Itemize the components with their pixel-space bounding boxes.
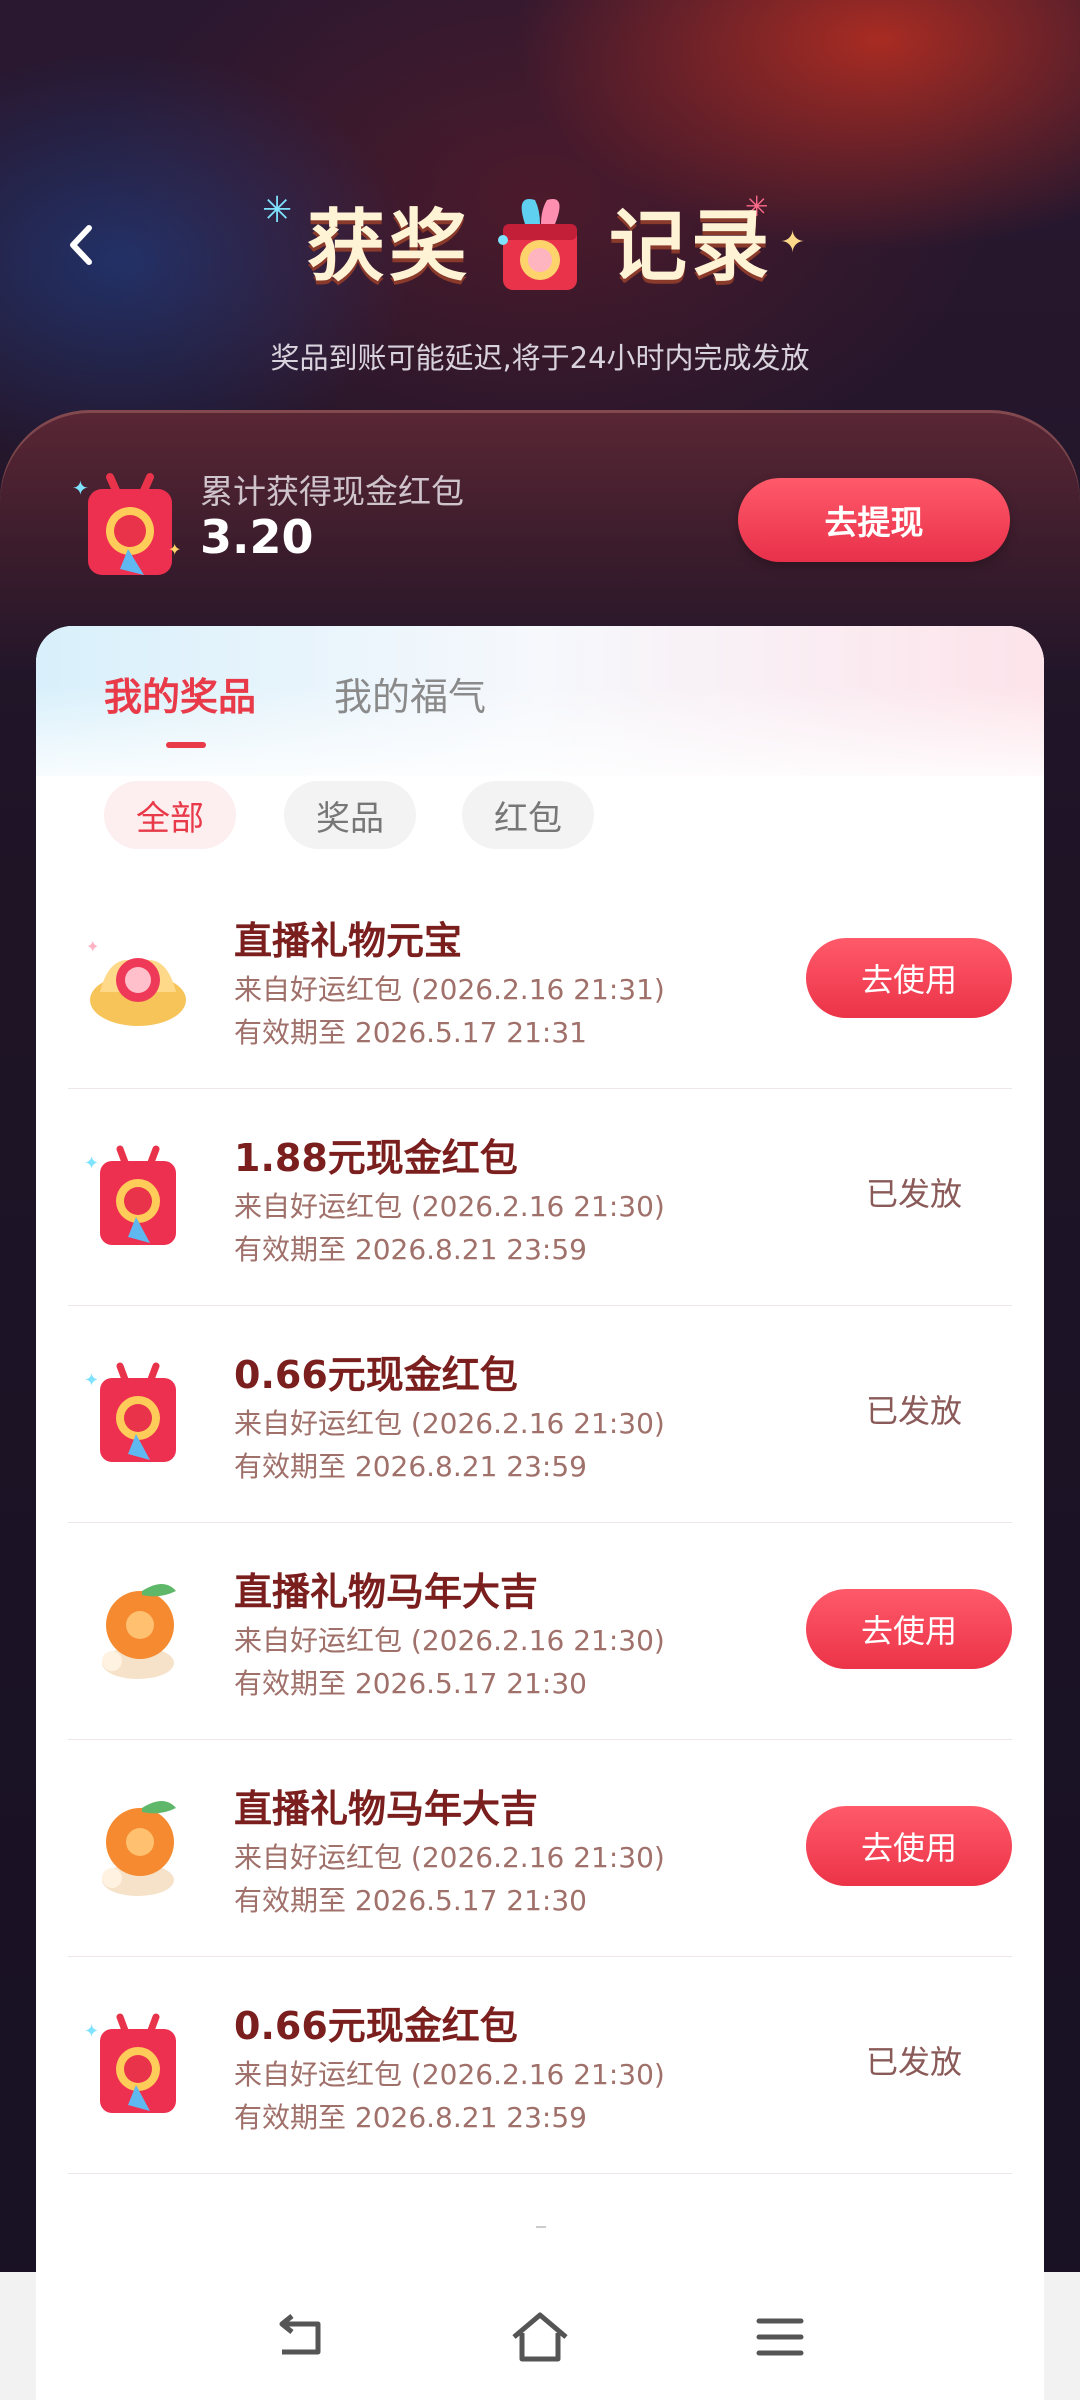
issued-status: 已发放: [865, 1392, 962, 1430]
item-expiry: 有效期至 2026.8.21 23:59: [234, 1450, 587, 1483]
list-item: ✦ 直播礼物元宝 来自好运红包 (2026.2.16 21:31) 有效期至 2…: [68, 872, 1012, 1089]
page-title: 获奖 记录: [0, 165, 1080, 315]
item-source: 来自好运红包 (2026.2.16 21:30): [234, 2058, 665, 2091]
item-source: 来自好运红包 (2026.2.16 21:30): [234, 1841, 665, 1874]
list-item: 直播礼物马年大吉 来自好运红包 (2026.2.16 21:30) 有效期至 2…: [68, 1523, 1012, 1740]
prize-card: 我的奖品 我的福气 全部 奖品 红包 ✦ 直播礼物元宝 来自好运红包 (2026…: [36, 626, 1044, 2306]
filter-all[interactable]: 全部: [104, 781, 236, 849]
nav-menu-icon: [756, 2318, 804, 2356]
item-expiry: 有效期至 2026.8.21 23:59: [234, 1233, 587, 1266]
item-expiry: 有效期至 2026.8.21 23:59: [234, 2101, 587, 2134]
item-title: 直播礼物元宝: [234, 919, 463, 963]
delay-notice: 奖品到账可能延迟,将于24小时内完成发放: [270, 341, 810, 375]
list-item: 直播礼物马年大吉 来自好运红包 (2026.2.16 21:30) 有效期至 2…: [68, 1740, 1012, 1957]
nav-menu-button[interactable]: [735, 2292, 825, 2382]
item-title: 直播礼物马年大吉: [234, 1570, 539, 1614]
nav-back-icon: [279, 2314, 321, 2355]
item-title: 直播礼物马年大吉: [234, 1787, 539, 1831]
svg-text:✦: ✦: [84, 1370, 99, 1391]
load-more-indicator: [536, 2226, 546, 2228]
issued-status: 已发放: [865, 1175, 962, 1213]
filter-prizes[interactable]: 奖品: [284, 781, 416, 849]
svg-text:✦: ✦: [86, 937, 99, 956]
item-title: 0.66元现金红包: [234, 2004, 518, 2048]
filter-red-envelopes[interactable]: 红包: [462, 781, 594, 849]
system-nav-bar: [0, 2272, 1080, 2400]
gift-bag-icon: [498, 199, 577, 290]
use-button[interactable]: 去使用: [806, 1806, 1012, 1886]
tangerine-gift-icon: [102, 1584, 176, 1679]
red-envelope-icon: ✦: [84, 1362, 176, 1462]
item-expiry: 有效期至 2026.5.17 21:30: [234, 1884, 587, 1917]
item-title: 1.88元现金红包: [234, 1136, 518, 1180]
red-envelope-icon: ✦: [84, 1145, 176, 1245]
list-item: ✦ 0.66元现金红包 来自好运红包 (2026.2.16 21:30) 有效期…: [68, 1957, 1012, 2174]
tab-my-prizes[interactable]: 我的奖品: [104, 666, 256, 721]
cash-total-value: 3.20: [200, 510, 314, 564]
red-envelope-icon: ✦ ✦: [72, 473, 181, 575]
title-right: 记录: [609, 202, 774, 292]
gold-ingot-gift-icon: ✦: [86, 937, 186, 1026]
svg-text:✦: ✦: [168, 540, 181, 559]
red-envelope-icon: ✦: [84, 2013, 176, 2113]
item-expiry: 有效期至 2026.5.17 21:30: [234, 1667, 587, 1700]
item-title: 0.66元现金红包: [234, 1353, 518, 1397]
item-expiry: 有效期至 2026.5.17 21:31: [234, 1016, 587, 1049]
item-source: 来自好运红包 (2026.2.16 21:30): [234, 1407, 665, 1440]
withdraw-button[interactable]: 去提现: [738, 478, 1010, 562]
active-tab-indicator: [166, 742, 206, 748]
cash-total-label: 累计获得现金红包: [200, 472, 464, 511]
item-source: 来自好运红包 (2026.2.16 21:30): [234, 1624, 665, 1657]
prize-list: ✦ 直播礼物元宝 来自好运红包 (2026.2.16 21:31) 有效期至 2…: [68, 872, 1012, 2174]
svg-text:✦: ✦: [72, 476, 89, 500]
use-button[interactable]: 去使用: [806, 938, 1012, 1018]
item-source: 来自好运红包 (2026.2.16 21:30): [234, 1190, 665, 1223]
title-left: 获奖: [306, 202, 471, 292]
tangerine-gift-icon: [102, 1801, 176, 1896]
tab-my-blessings[interactable]: 我的福气: [334, 666, 486, 721]
list-item: ✦ 1.88元现金红包 来自好运红包 (2026.2.16 21:30) 有效期…: [68, 1089, 1012, 1306]
svg-text:✦: ✦: [84, 1153, 99, 1174]
nav-back-button[interactable]: [255, 2292, 345, 2382]
item-source: 来自好运红包 (2026.2.16 21:31): [234, 973, 665, 1006]
list-item: ✦ 0.66元现金红包 来自好运红包 (2026.2.16 21:30) 有效期…: [68, 1306, 1012, 1523]
nav-home-icon: [512, 2312, 568, 2362]
use-button[interactable]: 去使用: [806, 1589, 1012, 1669]
svg-text:✦: ✦: [84, 2021, 99, 2042]
nav-home-button[interactable]: [495, 2292, 585, 2382]
issued-status: 已发放: [865, 2043, 962, 2081]
